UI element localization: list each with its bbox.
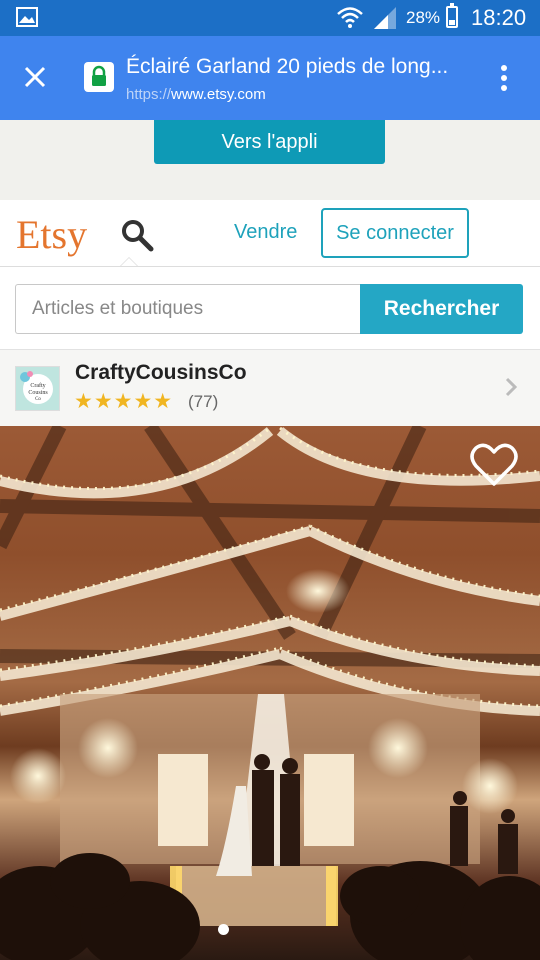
search-button[interactable]: Rechercher [360, 284, 523, 334]
shop-name[interactable]: CraftyCousinsCo [75, 361, 247, 385]
shop-logo-art: Crafty Cousins Co [20, 371, 53, 404]
signal-icon [374, 7, 396, 29]
open-app-button[interactable]: Vers l'appli [154, 120, 385, 164]
svg-text:Co: Co [35, 397, 41, 402]
etsy-logo[interactable]: Etsy [16, 211, 87, 258]
status-bar: 28% 18:20 [0, 0, 540, 36]
search-caret [120, 257, 138, 266]
clock: 18:20 [471, 5, 527, 30]
rating-stars: ★★★★★ [74, 390, 174, 413]
lock-icon[interactable] [84, 62, 114, 92]
url-protocol: https:// [126, 86, 172, 103]
overflow-menu-icon[interactable] [500, 64, 508, 92]
page-url[interactable]: https://www.etsy.com [126, 86, 266, 103]
favorite-heart-icon[interactable] [470, 442, 518, 488]
carousel-dot-active[interactable] [218, 924, 229, 935]
battery-icon [446, 3, 458, 28]
svg-text:Cousins: Cousins [28, 390, 48, 396]
search-icon[interactable] [120, 218, 154, 252]
page-title[interactable]: Éclairé Garland 20 pieds de long... [126, 55, 448, 79]
image-icon [16, 7, 38, 27]
battery-percent: 28% [406, 8, 441, 27]
chevron-right-icon[interactable] [505, 377, 517, 397]
search-input[interactable]: Articles et boutiques [15, 284, 361, 334]
listing-photo-art [0, 426, 540, 960]
review-count: (77) [188, 392, 219, 411]
listing-photo[interactable] [0, 426, 540, 960]
browser-toolbar: Éclairé Garland 20 pieds de long... http… [0, 36, 540, 120]
url-host: www.etsy.com [171, 86, 266, 103]
close-icon[interactable] [24, 66, 46, 88]
svg-text:Crafty: Crafty [30, 382, 45, 389]
wifi-icon [337, 7, 363, 28]
sign-in-button[interactable]: Se connecter [321, 208, 469, 258]
sell-link[interactable]: Vendre [234, 221, 297, 244]
shop-avatar[interactable]: Crafty Cousins Co [15, 366, 60, 411]
